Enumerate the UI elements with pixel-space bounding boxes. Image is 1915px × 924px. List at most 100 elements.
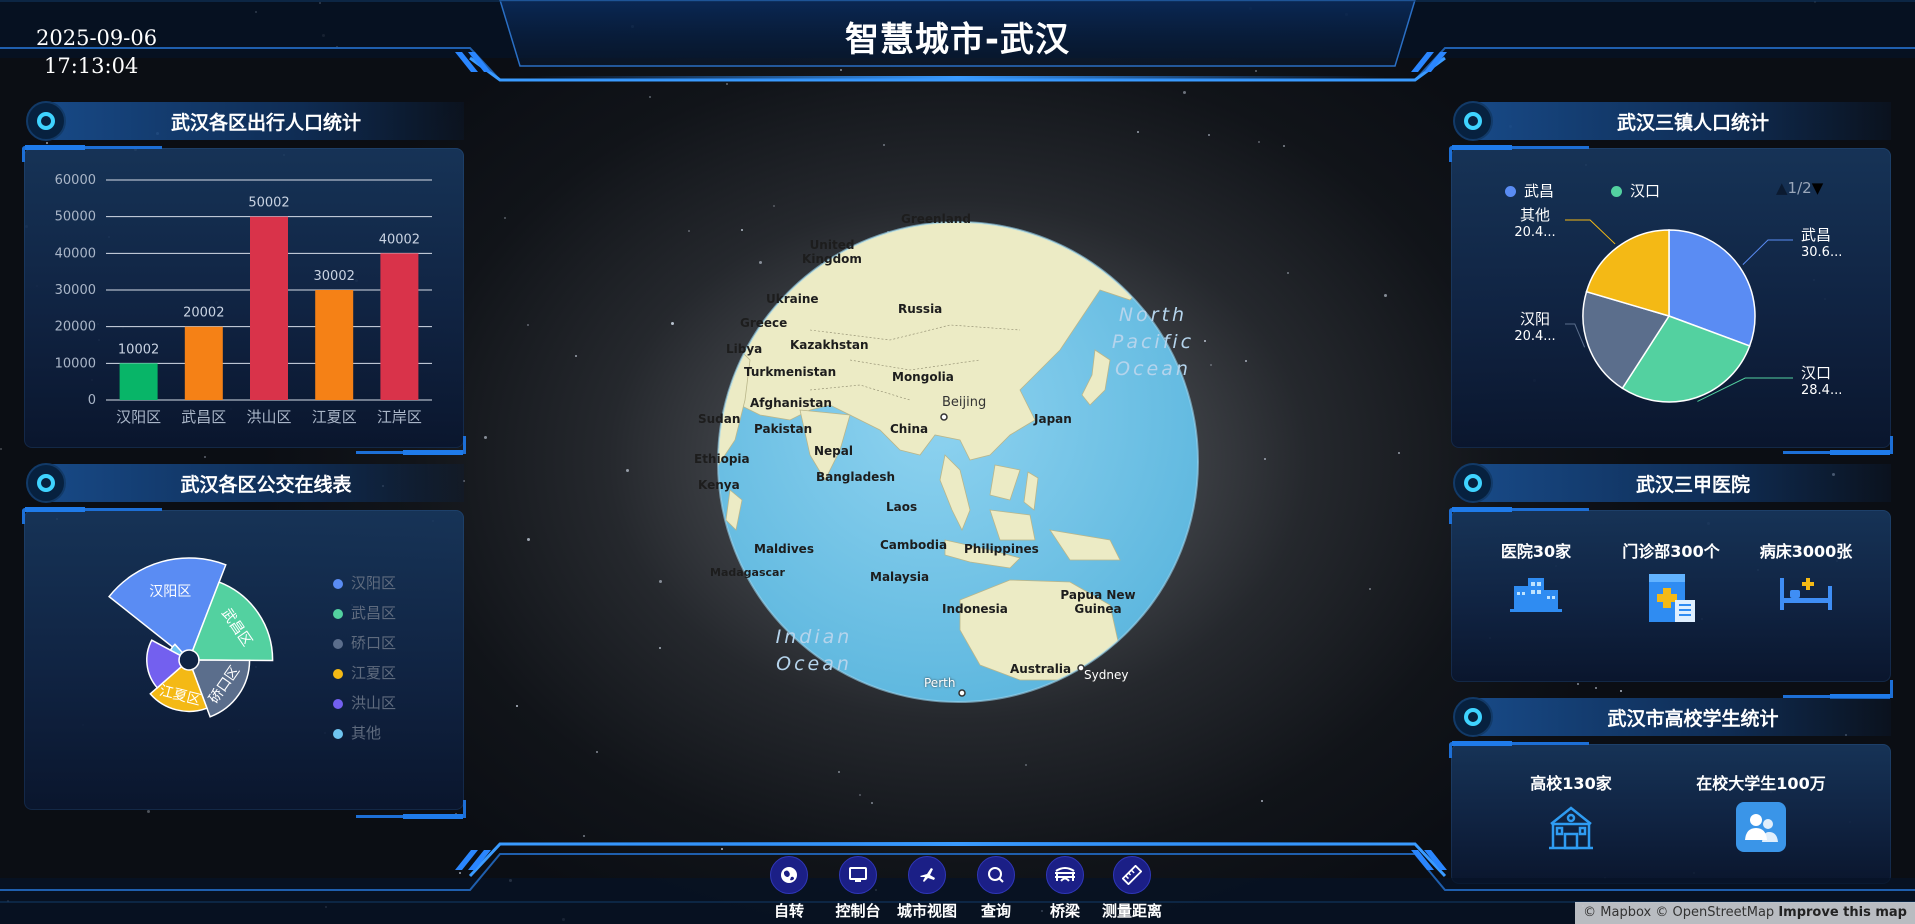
pie-label-value: 30.6... xyxy=(1801,245,1842,260)
search-icon[interactable] xyxy=(977,856,1015,894)
map-label-cambodia: Cambodia xyxy=(880,538,948,552)
monitor-icon[interactable] xyxy=(839,856,877,894)
tool-console[interactable]: 控制台 xyxy=(818,856,898,921)
map-label-china: China xyxy=(890,422,929,436)
star xyxy=(484,436,487,439)
legend-dot xyxy=(333,609,343,619)
pie-label-name: 汉阳 xyxy=(1520,310,1550,328)
x-tick-label: 江夏区 xyxy=(312,408,357,426)
pie-label-value: 20.4... xyxy=(1514,329,1555,344)
rose-legend-item[interactable]: 硚口区 xyxy=(333,632,396,653)
map-label-madagascar: Madagascar xyxy=(710,566,785,579)
bus-rose-chart: 汉阳区武昌区硚口区江夏区 xyxy=(108,557,274,718)
rose-legend-item[interactable]: 洪山区 xyxy=(333,692,396,713)
panel-badge-icon xyxy=(1453,463,1493,503)
stat-clinics: 门诊部300个 xyxy=(1601,538,1741,624)
map-label-laos: Laos xyxy=(886,500,918,514)
map-label-bangladesh: Bangladesh xyxy=(816,470,896,484)
population-panel: 武汉三镇人口统计 武昌 汉口 ▲1/2▼ 武昌 30.6... 汉口 28.4... 汉… xyxy=(1449,100,1893,455)
legend-label: 武昌区 xyxy=(351,604,397,622)
legend-label: 其他 xyxy=(351,724,382,742)
pie-label-name: 武昌 xyxy=(1801,226,1831,244)
star xyxy=(838,771,840,773)
star xyxy=(1137,131,1139,133)
y-tick-label: 30000 xyxy=(55,283,96,298)
pie-label-line xyxy=(1565,323,1586,348)
map-globe[interactable]: Greenland United Kingdom Ukraine Greece … xyxy=(690,210,1210,710)
bar-value-label: 10002 xyxy=(118,342,159,357)
header: 智慧城市-武汉 2025-09-06 17:13:04 xyxy=(0,0,1915,86)
legend-dot xyxy=(333,579,343,589)
map-label-greece: Greece xyxy=(740,316,788,330)
bar-value-label: 20002 xyxy=(183,306,224,321)
tool-rotate[interactable]: 自转 xyxy=(749,856,829,921)
tool-label: 城市视图 xyxy=(896,902,957,920)
map-label-sydney: Sydney xyxy=(1084,668,1129,682)
bar[interactable] xyxy=(250,216,288,400)
star xyxy=(649,96,651,98)
y-tick-label: 60000 xyxy=(55,173,96,188)
clinic-icon xyxy=(1645,572,1697,624)
hospital-panel: 武汉三甲医院 医院30家 门诊部300个 病床3000张 xyxy=(1449,462,1893,699)
globe-icon[interactable] xyxy=(770,856,808,894)
legend-dot xyxy=(333,699,343,709)
map-label-beijing: Beijing xyxy=(942,395,987,410)
rose-legend-item[interactable]: 其他 xyxy=(333,722,381,743)
pie-label-value: 28.4... xyxy=(1801,383,1842,398)
rose-legend-item[interactable]: 江夏区 xyxy=(333,662,396,683)
map-label-libya: Libya xyxy=(726,342,763,356)
star xyxy=(1287,272,1289,274)
bar[interactable] xyxy=(315,289,354,400)
attribution-osm-link[interactable]: © OpenStreetMap xyxy=(1655,905,1774,920)
panel-title: 武汉市高校学生统计 xyxy=(1607,708,1779,730)
map-label-kenya: Kenya xyxy=(698,478,740,492)
star xyxy=(504,217,506,219)
globe-graphic xyxy=(717,221,1199,703)
attribution-mapbox-link[interactable]: © Mapbox xyxy=(1583,905,1651,920)
star xyxy=(516,705,518,707)
ocean-label-indian: Indian Ocean xyxy=(775,626,853,675)
star xyxy=(1398,452,1400,454)
star xyxy=(1025,764,1027,766)
rose-legend-item[interactable]: 武昌区 xyxy=(333,602,396,623)
map-label-turkmenistan: Turkmenistan xyxy=(744,365,837,379)
y-tick-label: 10000 xyxy=(55,356,96,371)
improve-map-link[interactable]: Improve this map xyxy=(1778,905,1907,920)
y-tick-label: 20000 xyxy=(55,320,96,335)
map-label-pakistan: Pakistan xyxy=(754,422,813,436)
star xyxy=(671,322,674,325)
rose-legend-item[interactable]: 汉阳区 xyxy=(333,572,396,593)
map-label-philippines: Philippines xyxy=(964,542,1039,556)
bar[interactable] xyxy=(184,326,223,400)
tool-measure[interactable]: 测量距离 xyxy=(1092,856,1172,921)
star xyxy=(871,802,873,804)
pie-label-line xyxy=(1742,239,1793,265)
panel-badge-icon xyxy=(1453,101,1493,141)
panel-title: 武汉各区出行人口统计 xyxy=(170,112,361,134)
bar[interactable] xyxy=(380,253,419,400)
legend-label: 汉阳区 xyxy=(351,574,397,592)
tool-label: 控制台 xyxy=(835,902,881,920)
panel-badge-icon xyxy=(26,101,66,141)
star xyxy=(1283,145,1285,147)
panel-header: 武汉三镇人口统计 xyxy=(1451,100,1891,142)
tool-search[interactable]: 查询 xyxy=(956,856,1036,921)
time-text: 17:13:04 xyxy=(44,54,139,78)
ruler-icon[interactable] xyxy=(1113,856,1151,894)
map-label-nepal: Nepal xyxy=(814,444,853,458)
bridge-icon[interactable] xyxy=(1046,856,1084,894)
bar[interactable] xyxy=(119,363,158,400)
map-label-greenland: Greenland xyxy=(901,212,971,226)
plane-icon[interactable] xyxy=(908,856,946,894)
y-tick-label: 0 xyxy=(88,393,96,408)
datetime-display: 2025-09-06 17:13:04 xyxy=(36,24,157,80)
panel-title: 武汉三镇人口统计 xyxy=(1616,112,1769,134)
map-label-ethiopia: Ethiopia xyxy=(694,452,750,466)
rose-slice-label: 汉阳区 xyxy=(149,584,191,600)
star xyxy=(0,448,2,450)
star xyxy=(659,580,662,583)
map-attribution: © Mapbox © OpenStreetMap Improve this ma… xyxy=(1575,902,1915,924)
tool-city-view[interactable]: 城市视图 xyxy=(887,856,967,921)
map-label-maldives: Maldives xyxy=(754,542,814,556)
ocean-label-north-pacific: North Pacific Ocean xyxy=(1111,304,1195,380)
